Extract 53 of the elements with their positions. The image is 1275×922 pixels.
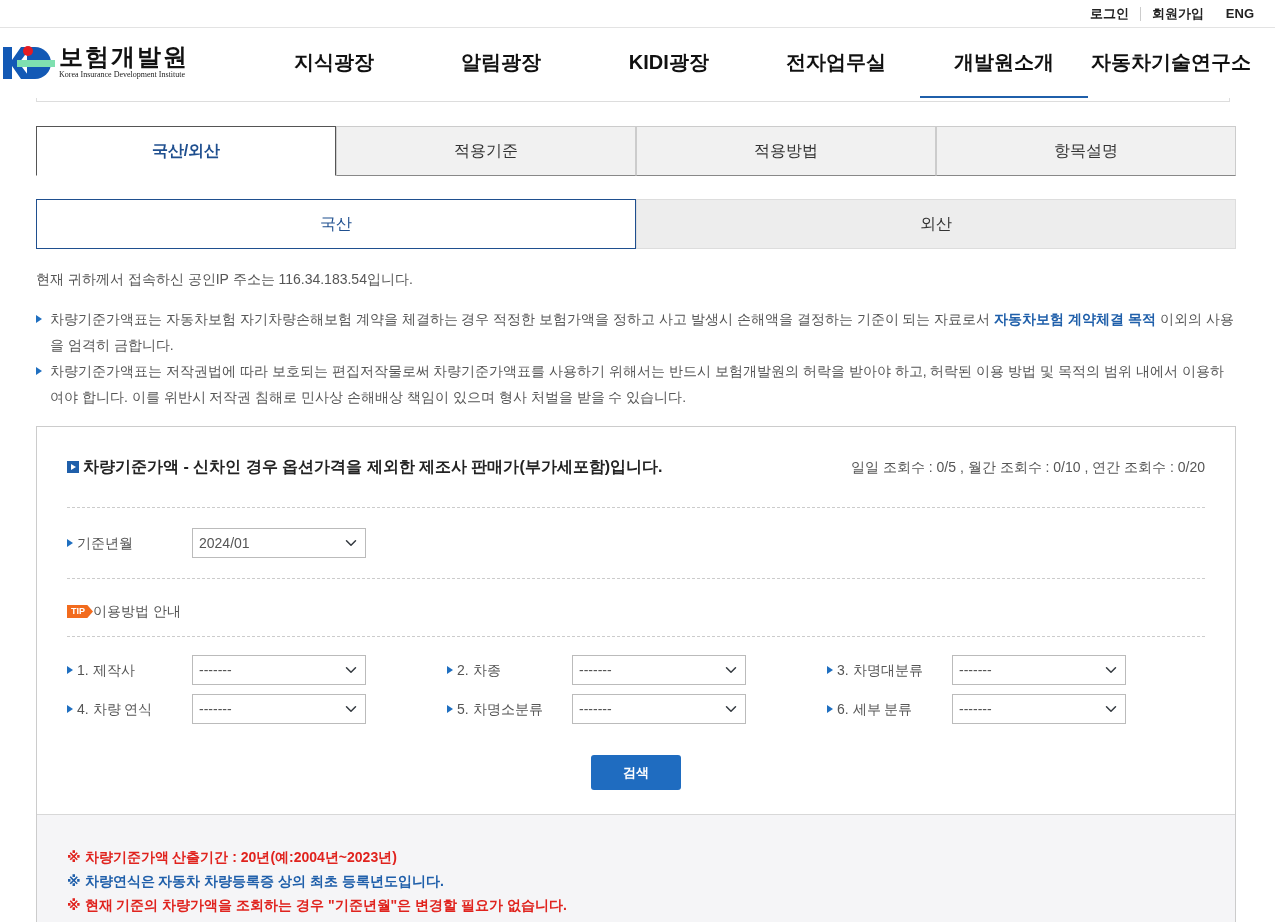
notice-text: 차량기준가액표는 자동차보험 자기차량손해보험 계약을 체결하는 경우 적정한 보험가액을 정하고 사고 발생시 손해액을 결정하는 기준이 되는 자료로서 자동차보험 계약체결 목적 이외의 사용을 엄격히 금합니다. (50, 310, 1235, 355)
tab[interactable]: 외산 (636, 199, 1236, 249)
tip-label: 이용방법 안내 (93, 602, 181, 621)
query-count-text: 일일 조회수 : 0/5 , 월간 조회수 : 0/10 , 연간 조회수 : 0/20 (851, 457, 1205, 477)
logo-icon (3, 44, 55, 82)
header-link[interactable]: 로그인 (1078, 6, 1140, 21)
nav-menu-item[interactable]: 지식광장 (250, 28, 418, 98)
bullet-icon (827, 666, 833, 674)
field-label: 4. 차량 연식 (77, 699, 153, 719)
filter-select[interactable]: ------- (192, 655, 366, 685)
nav-menu-item[interactable]: 전자업무실 (752, 28, 920, 98)
bullet-icon (447, 666, 453, 674)
bullet-icon (67, 705, 73, 713)
bullet-icon (36, 315, 42, 323)
logo-subtitle: Korea Insurance Development Institute (59, 69, 186, 81)
header-link[interactable]: ENG (1214, 6, 1265, 21)
tab[interactable]: 국산/외산 (36, 126, 336, 176)
tab[interactable]: 국산 (36, 199, 636, 249)
logo-title: 보험개발원 (59, 45, 189, 69)
search-button[interactable]: 검색 (591, 755, 681, 790)
nav-menu-item[interactable]: 자동차기술연구소 (1087, 28, 1255, 98)
field-label: 5. 차명소분류 (457, 699, 543, 719)
notice-text: 차량기준가액표는 저작권법에 따라 보호되는 편집저작물로써 차량기준가액표를 사용하기 위해서는 반드시 보험개발원의 허락을 받아야 하고, 허락된 이용 방법 및 목적의 범위 내에서 이용하여야 합니다. 이를 위반시 저작권 침해로 민사상 손해배상 책임이 있으며 형사 처벌을 받을 수 있습니다. (50, 362, 1225, 407)
bullet-icon (827, 705, 833, 713)
footnote-text: ※ 현재 기준의 차량가액을 조회하는 경우 "기준년월"은 변경할 필요가 없습니다. (67, 896, 568, 915)
bullet-icon (36, 367, 42, 375)
bullet-icon (67, 666, 73, 674)
ip-notice: 현재 귀하께서 접속하신 공인IP 주소는 116.34.183.54입니다. (36, 270, 414, 289)
field-label: 3. 차명대분류 (837, 660, 923, 680)
tab[interactable]: 적용기준 (336, 126, 636, 176)
footnote-text: ※ 차량기준가액 산출기간 : 20년(예:2004년~2023년) (67, 848, 398, 867)
tip-badge: TIP (67, 605, 93, 618)
nav-menu-item[interactable]: 알림광장 (417, 28, 585, 98)
filter-select[interactable]: ------- (192, 694, 366, 724)
base-month-select[interactable]: 2024/01 (192, 528, 366, 558)
play-square-icon (67, 461, 79, 473)
header-link[interactable]: 회원가입 (1139, 6, 1215, 21)
filter-select[interactable]: ------- (572, 655, 746, 685)
tab[interactable]: 항목설명 (936, 126, 1236, 176)
bullet-icon (447, 705, 453, 713)
nav-menu-item[interactable]: 개발원소개 (920, 28, 1088, 98)
filter-select[interactable]: ------- (572, 694, 746, 724)
field-label: 2. 차종 (457, 660, 501, 680)
field-label: 1. 제작사 (77, 660, 135, 680)
footnote-text: ※ 차량연식은 자동차 차량등록증 상의 최초 등록년도입니다. (67, 872, 445, 891)
tab[interactable]: 적용방법 (636, 126, 936, 176)
panel-title: 차량기준가액 - 신차인 경우 옵션가격을 제외한 제조사 판매가(부가세포함)입니다. (83, 457, 663, 477)
nav-menu-item[interactable]: KIDI광장 (585, 28, 753, 98)
filter-select[interactable]: ------- (952, 655, 1126, 685)
filter-select[interactable]: ------- (952, 694, 1126, 724)
bullet-icon (67, 539, 73, 547)
field-label: 기준년월 (77, 533, 133, 553)
field-label: 6. 세부 분류 (837, 699, 913, 719)
